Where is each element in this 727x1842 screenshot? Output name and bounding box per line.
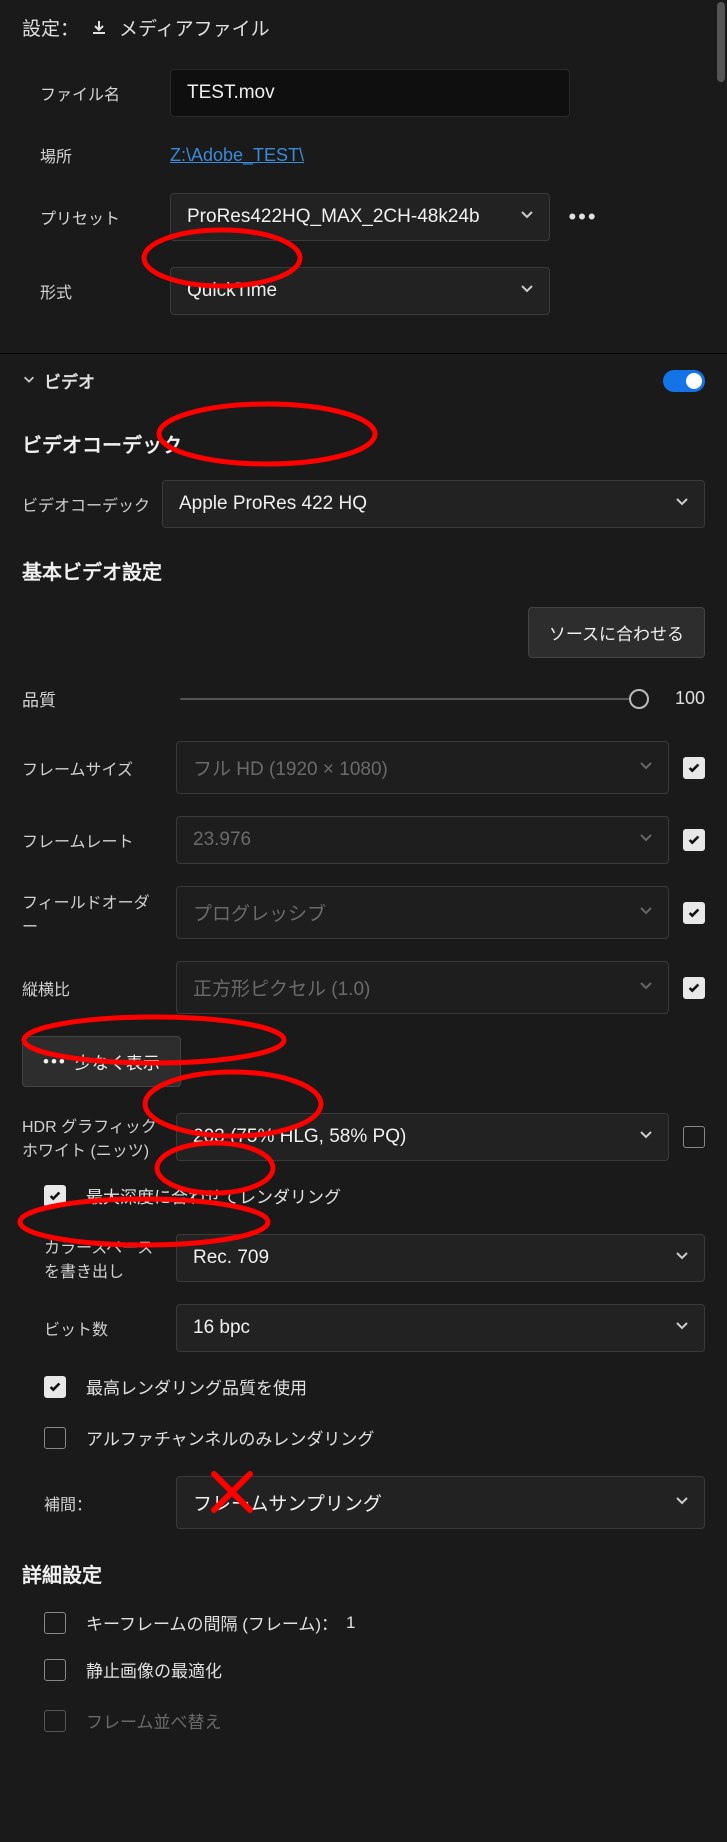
location-link[interactable]: Z:\Adobe_TEST\ [170, 145, 304, 166]
show-less-button[interactable]: ••• 少なく表示 [22, 1036, 181, 1087]
interpolation-label: 補間： [44, 1491, 162, 1515]
field-order-lock-checkbox[interactable] [683, 902, 705, 924]
aspect-value: 正方形ピクセル (1.0) [193, 974, 370, 1001]
chevron-down-icon [638, 902, 654, 924]
video-codec-heading: ビデオコーデック [22, 429, 705, 458]
slider-thumb[interactable] [629, 689, 649, 709]
chevron-down-icon [674, 493, 690, 515]
max-render-quality-label: 最高レンダリング品質を使用 [86, 1374, 307, 1399]
quality-slider[interactable] [180, 698, 639, 700]
chevron-down-icon [674, 1317, 690, 1339]
bitdepth-select[interactable]: 16 bpc [176, 1304, 705, 1352]
preset-select[interactable]: ProRes422HQ_MAX_2CH-48k24b [170, 193, 550, 241]
aspect-label: 縦横比 [22, 976, 162, 1000]
frame-size-label: フレームサイズ [22, 756, 162, 780]
hdr-white-lock-checkbox[interactable] [683, 1126, 705, 1148]
max-depth-label: 最大深度に合わせてレンダリング [86, 1183, 341, 1208]
chevron-down-icon [674, 1492, 690, 1514]
settings-label: 設定： [22, 14, 79, 41]
still-image-opt-checkbox[interactable] [44, 1659, 66, 1681]
aspect-lock-checkbox[interactable] [683, 977, 705, 999]
bitdepth-value: 16 bpc [193, 1317, 250, 1339]
interpolation-select[interactable]: フレームサンプリング [176, 1476, 705, 1529]
keyframe-interval-label: キーフレームの間隔 (フレーム)： [86, 1610, 338, 1635]
chevron-down-icon [638, 977, 654, 999]
frame-rate-lock-checkbox[interactable] [683, 829, 705, 851]
frame-rate-label: フレームレート [22, 828, 162, 852]
basic-video-heading: 基本ビデオ設定 [22, 556, 705, 585]
max-depth-checkbox[interactable] [44, 1185, 66, 1207]
alpha-only-checkbox[interactable] [44, 1427, 66, 1449]
video-codec-value: Apple ProRes 422 HQ [179, 493, 367, 515]
bitdepth-label: ビット数 [44, 1316, 162, 1340]
still-image-opt-label: 静止画像の最適化 [86, 1657, 222, 1682]
video-enable-toggle[interactable] [663, 370, 705, 392]
video-section-title: ビデオ [44, 368, 95, 393]
advanced-heading: 詳細設定 [22, 1559, 705, 1588]
format-value: QuickTime [187, 280, 277, 302]
hdr-white-label: HDR グラフィックホワイト (ニッツ) [22, 1113, 162, 1161]
hdr-white-value: 203 (75% HLG, 58% PQ) [193, 1126, 406, 1148]
filename-label: ファイル名 [40, 81, 170, 105]
scrollbar[interactable] [717, 0, 725, 1842]
quality-value: 100 [657, 688, 705, 709]
preset-more-button[interactable]: ••• [568, 204, 598, 230]
field-order-label: フィールドオーダー [22, 889, 162, 937]
keyframe-interval-checkbox[interactable] [44, 1612, 66, 1634]
frame-rate-value: 23.976 [193, 829, 251, 851]
chevron-down-icon [638, 1126, 654, 1148]
format-label: 形式 [40, 279, 170, 303]
hdr-white-select[interactable]: 203 (75% HLG, 58% PQ) [176, 1113, 669, 1161]
media-file-label: メディアファイル [119, 14, 270, 41]
interpolation-value: フレームサンプリング [193, 1489, 382, 1516]
alpha-only-label: アルファチャンネルのみレンダリング [86, 1425, 374, 1450]
frame-reorder-label: フレーム並べ替え [86, 1708, 222, 1733]
chevron-down-icon [674, 1247, 690, 1269]
chevron-down-icon [638, 757, 654, 779]
frame-size-select[interactable]: フル HD (1920 × 1080) [176, 741, 669, 794]
keyframe-interval-value: 1 [346, 1613, 355, 1633]
video-codec-label: ビデオコーデック [22, 492, 162, 516]
frame-size-lock-checkbox[interactable] [683, 757, 705, 779]
chevron-down-icon [519, 206, 535, 228]
format-select[interactable]: QuickTime [170, 267, 550, 315]
chevron-down-icon [638, 829, 654, 851]
field-order-select[interactable]: プログレッシブ [176, 886, 669, 939]
max-render-quality-checkbox[interactable] [44, 1376, 66, 1398]
colorspace-value: Rec. 709 [193, 1247, 269, 1269]
preset-value: ProRes422HQ_MAX_2CH-48k24b [187, 206, 480, 228]
match-source-button[interactable]: ソースに合わせる [528, 607, 705, 658]
ellipsis-icon: ••• [43, 1052, 67, 1072]
show-less-label: 少なく表示 [75, 1049, 160, 1074]
location-label: 場所 [40, 143, 170, 167]
frame-rate-select[interactable]: 23.976 [176, 816, 669, 864]
scrollbar-thumb[interactable] [717, 2, 725, 82]
preset-label: プリセット [40, 205, 170, 229]
colorspace-select[interactable]: Rec. 709 [176, 1234, 705, 1282]
frame-reorder-checkbox [44, 1710, 66, 1732]
download-icon [89, 18, 109, 38]
aspect-select[interactable]: 正方形ピクセル (1.0) [176, 961, 669, 1014]
video-codec-select[interactable]: Apple ProRes 422 HQ [162, 480, 705, 528]
chevron-down-icon [519, 280, 535, 302]
quality-label: 品質 [22, 686, 162, 711]
filename-input[interactable]: TEST.mov [170, 69, 570, 117]
field-order-value: プログレッシブ [193, 899, 326, 926]
frame-size-value: フル HD (1920 × 1080) [193, 754, 388, 781]
collapse-chevron-icon[interactable] [22, 371, 36, 391]
colorspace-label: カラースペースを書き出し [44, 1234, 162, 1282]
